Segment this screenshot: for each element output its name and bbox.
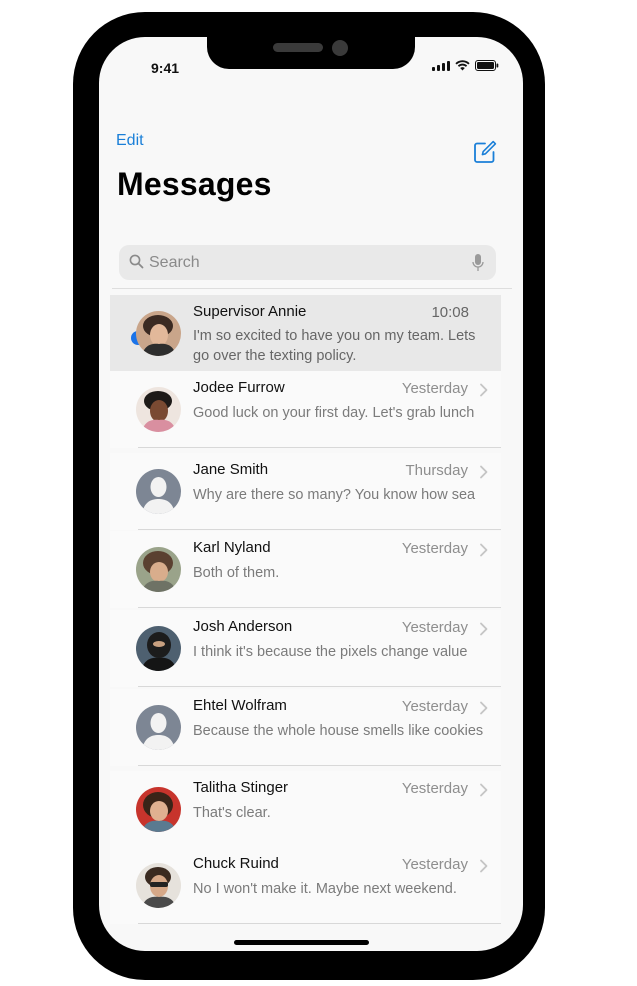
avatar (136, 311, 181, 356)
edit-button[interactable]: Edit (116, 132, 144, 150)
message-preview: Because the whole house smells like cook… (193, 723, 483, 739)
conversation-row-jodee-furrow[interactable]: Jodee Furrow Yesterday Good luck on your… (110, 371, 501, 448)
timestamp: 10:08 (431, 304, 469, 321)
message-preview: I think it's because the pixels change v… (193, 644, 468, 660)
row-divider (138, 686, 501, 687)
status-time: 9:41 (151, 60, 180, 76)
battery-icon (475, 60, 499, 71)
avatar (136, 787, 181, 832)
chevron-right-icon (480, 859, 488, 873)
conversation-row-ehtel-wolfram[interactable]: Ehtel Wolfram Yesterday Because the whol… (110, 689, 501, 766)
chevron-right-icon (480, 543, 488, 557)
chevron-right-icon (480, 465, 488, 479)
contact-name: Josh Anderson (193, 618, 293, 635)
timestamp: Yesterday (401, 698, 468, 715)
timestamp: Yesterday (401, 619, 468, 636)
message-preview: I'm so excited to have you on my team. L… (193, 328, 476, 364)
avatar (136, 547, 181, 592)
contact-name: Jodee Furrow (193, 379, 285, 396)
home-indicator[interactable] (234, 940, 369, 945)
chevron-right-icon (480, 383, 488, 397)
avatar (136, 387, 181, 432)
timestamp: Thursday (405, 462, 468, 479)
conversation-row-karl-nyland[interactable]: Karl Nyland Yesterday Both of them. (110, 531, 501, 608)
front-camera (332, 40, 348, 56)
message-preview: That's clear. (193, 805, 271, 821)
conversation-row-talitha-stinger[interactable]: Talitha Stinger Yesterday That's clear. (110, 771, 501, 848)
message-preview: Good luck on your first day. Let's grab … (193, 405, 475, 421)
row-divider (138, 923, 501, 924)
avatar-placeholder-icon (136, 469, 181, 514)
microphone-icon[interactable] (472, 253, 484, 273)
timestamp: Yesterday (401, 540, 468, 557)
contact-name: Jane Smith (193, 461, 269, 478)
contact-name: Ehtel Wolfram (193, 697, 287, 714)
row-divider (138, 529, 501, 530)
contact-name: Talitha Stinger (193, 779, 289, 796)
conversation-row-chuck-ruind[interactable]: Chuck Ruind Yesterday No I won't make it… (110, 847, 501, 924)
conversation-row-supervisor-annie[interactable]: Supervisor Annie 10:08 I'm so excited to… (110, 295, 501, 371)
search-bar[interactable] (119, 245, 496, 280)
contact-name: Supervisor Annie (193, 303, 307, 320)
conversation-row-jane-smith[interactable]: Jane Smith Thursday Why are there so man… (110, 453, 501, 530)
divider (112, 288, 512, 289)
speaker (273, 43, 323, 52)
cellular-signal-icon (432, 60, 450, 71)
message-preview: No I won't make it. Maybe next weekend. (193, 881, 457, 897)
row-divider (138, 607, 501, 608)
avatar-placeholder-icon (136, 705, 181, 750)
avatar (136, 863, 181, 908)
notch (207, 30, 415, 69)
contact-name: Chuck Ruind (193, 855, 279, 872)
compose-icon[interactable] (472, 139, 498, 165)
conversation-row-josh-anderson[interactable]: Josh Anderson Yesterday I think it's bec… (110, 610, 501, 687)
message-preview: Why are there so many? You know how sea (193, 487, 476, 503)
avatar (136, 626, 181, 671)
page-title: Messages (117, 166, 272, 202)
timestamp: Yesterday (401, 380, 468, 397)
wifi-icon (455, 60, 470, 71)
timestamp: Yesterday (401, 780, 468, 797)
timestamp: Yesterday (401, 856, 468, 873)
search-input[interactable] (149, 245, 459, 280)
contact-name: Karl Nyland (193, 539, 271, 556)
message-preview: Both of them. (193, 565, 280, 581)
chevron-right-icon (480, 783, 488, 797)
chevron-right-icon (480, 622, 488, 636)
chevron-right-icon (480, 701, 488, 715)
status-icons (432, 60, 499, 71)
search-icon (129, 254, 144, 269)
row-divider (138, 765, 501, 766)
row-divider (138, 447, 501, 448)
